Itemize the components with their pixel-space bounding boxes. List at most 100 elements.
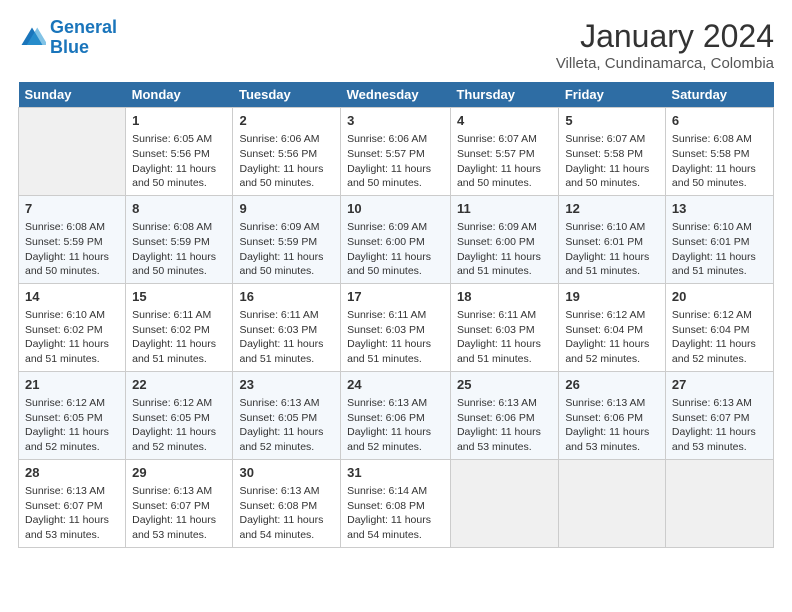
day-info: and 52 minutes. xyxy=(132,440,226,455)
calendar-cell: 6Sunrise: 6:08 AMSunset: 5:58 PMDaylight… xyxy=(665,108,773,196)
day-info: Sunrise: 6:12 AM xyxy=(672,308,767,323)
calendar-cell xyxy=(559,459,666,547)
calendar-cell: 12Sunrise: 6:10 AMSunset: 6:01 PMDayligh… xyxy=(559,195,666,283)
day-info: Sunrise: 6:12 AM xyxy=(565,308,659,323)
day-info: Sunrise: 6:13 AM xyxy=(347,396,444,411)
calendar-cell: 18Sunrise: 6:11 AMSunset: 6:03 PMDayligh… xyxy=(450,283,558,371)
day-number: 18 xyxy=(457,288,552,306)
day-number: 11 xyxy=(457,200,552,218)
day-info: and 50 minutes. xyxy=(347,264,444,279)
day-info: Sunset: 5:57 PM xyxy=(347,147,444,162)
day-info: Daylight: 11 hours xyxy=(239,162,334,177)
day-info: Daylight: 11 hours xyxy=(25,337,119,352)
day-info: Sunset: 5:58 PM xyxy=(565,147,659,162)
header: General Blue January 2024 Villeta, Cundi… xyxy=(18,18,774,72)
day-number: 20 xyxy=(672,288,767,306)
day-info: Sunrise: 6:11 AM xyxy=(347,308,444,323)
day-info: Daylight: 11 hours xyxy=(565,250,659,265)
day-info: and 50 minutes. xyxy=(672,176,767,191)
calendar-cell: 30Sunrise: 6:13 AMSunset: 6:08 PMDayligh… xyxy=(233,459,341,547)
day-info: Daylight: 11 hours xyxy=(239,337,334,352)
day-number: 1 xyxy=(132,112,226,130)
day-info: Sunset: 6:04 PM xyxy=(565,323,659,338)
day-number: 3 xyxy=(347,112,444,130)
day-info: Sunrise: 6:13 AM xyxy=(672,396,767,411)
week-row-1: 1 Sunrise: 6:05 AMSunset: 5:56 PM Daylight… xyxy=(19,108,774,196)
day-number: 8 xyxy=(132,200,226,218)
day-number: 28 xyxy=(25,464,119,482)
day-info: and 51 minutes. xyxy=(457,352,552,367)
day-info: and 53 minutes. xyxy=(565,440,659,455)
day-info: Daylight: 11 hours xyxy=(132,250,226,265)
day-info: Sunset: 6:08 PM xyxy=(347,499,444,514)
day-info: Sunset: 6:05 PM xyxy=(239,411,334,426)
day-info: Daylight: 11 hours xyxy=(565,425,659,440)
day-info: Sunrise: 6:13 AM xyxy=(25,484,119,499)
day-info: Sunrise: 6:09 AM xyxy=(457,220,552,235)
day-info: Daylight: 11 hours xyxy=(457,250,552,265)
subtitle: Villeta, Cundinamarca, Colombia xyxy=(556,55,774,72)
calendar-cell: 4Sunrise: 6:07 AMSunset: 5:57 PMDaylight… xyxy=(450,108,558,196)
day-number: 15 xyxy=(132,288,226,306)
calendar-cell: 24Sunrise: 6:13 AMSunset: 6:06 PMDayligh… xyxy=(341,371,451,459)
calendar-cell: 1Sunrise: 6:05 AMSunset: 5:56 PMDaylight… xyxy=(126,108,233,196)
day-info: and 52 minutes. xyxy=(347,440,444,455)
calendar-cell xyxy=(665,459,773,547)
calendar-cell: 31Sunrise: 6:14 AMSunset: 6:08 PMDayligh… xyxy=(341,459,451,547)
day-info: Daylight: 11 hours xyxy=(239,513,334,528)
day-info: and 53 minutes. xyxy=(457,440,552,455)
day-info: Sunrise: 6:05 AM xyxy=(132,132,226,147)
calendar-cell xyxy=(450,459,558,547)
day-info: Daylight: 11 hours xyxy=(565,337,659,352)
day-info: and 51 minutes. xyxy=(565,264,659,279)
day-info: and 50 minutes. xyxy=(347,176,444,191)
day-info: Sunrise: 6:13 AM xyxy=(457,396,552,411)
day-info: Sunset: 6:07 PM xyxy=(672,411,767,426)
day-info: Sunset: 5:59 PM xyxy=(132,235,226,250)
calendar-cell: 28Sunrise: 6:13 AMSunset: 6:07 PMDayligh… xyxy=(19,459,126,547)
day-info: and 51 minutes. xyxy=(672,264,767,279)
day-info: Sunrise: 6:10 AM xyxy=(672,220,767,235)
day-info: Sunrise: 6:06 AM xyxy=(347,132,444,147)
day-info: Sunrise: 6:14 AM xyxy=(347,484,444,499)
day-info: Sunset: 5:56 PM xyxy=(132,147,226,162)
day-info: Sunrise: 6:13 AM xyxy=(239,396,334,411)
weekday-header-saturday: Saturday xyxy=(665,82,773,108)
day-number: 27 xyxy=(672,376,767,394)
day-info: and 50 minutes. xyxy=(239,264,334,279)
day-number: 4 xyxy=(457,112,552,130)
day-info: Daylight: 11 hours xyxy=(239,250,334,265)
day-info: and 50 minutes. xyxy=(565,176,659,191)
day-info: and 53 minutes. xyxy=(25,528,119,543)
day-info: Daylight: 11 hours xyxy=(132,513,226,528)
weekday-header-thursday: Thursday xyxy=(450,82,558,108)
day-info: Daylight: 11 hours xyxy=(457,337,552,352)
day-number: 7 xyxy=(25,200,119,218)
weekday-header-monday: Monday xyxy=(126,82,233,108)
calendar-cell: 3Sunrise: 6:06 AMSunset: 5:57 PMDaylight… xyxy=(341,108,451,196)
day-info: Sunset: 5:59 PM xyxy=(25,235,119,250)
calendar-cell: 11 Sunrise: 6:09 AMSunset: 6:00 PMDayligh… xyxy=(450,195,558,283)
day-info: Daylight: 11 hours xyxy=(132,337,226,352)
day-info: Daylight: 11 hours xyxy=(565,162,659,177)
calendar-cell: 27Sunrise: 6:13 AMSunset: 6:07 PMDayligh… xyxy=(665,371,773,459)
day-info: Sunrise: 6:09 AM xyxy=(347,220,444,235)
calendar-cell: 19Sunrise: 6:12 AMSunset: 6:04 PMDayligh… xyxy=(559,283,666,371)
day-info: and 53 minutes. xyxy=(672,440,767,455)
day-info: Daylight: 11 hours xyxy=(672,250,767,265)
calendar-cell: 17Sunrise: 6:11 AMSunset: 6:03 PMDayligh… xyxy=(341,283,451,371)
day-info: Sunrise: 6:08 AM xyxy=(25,220,119,235)
calendar-cell: 7Sunrise: 6:08 AMSunset: 5:59 PMDaylight… xyxy=(19,195,126,283)
day-info: and 51 minutes. xyxy=(25,352,119,367)
day-number: 26 xyxy=(565,376,659,394)
day-info: Sunset: 6:07 PM xyxy=(25,499,119,514)
day-info: Daylight: 11 hours xyxy=(672,162,767,177)
calendar-cell: 20Sunrise: 6:12 AMSunset: 6:04 PMDayligh… xyxy=(665,283,773,371)
day-number: 24 xyxy=(347,376,444,394)
day-info: Sunset: 6:00 PM xyxy=(457,235,552,250)
calendar-cell: 15Sunrise: 6:11 AMSunset: 6:02 PMDayligh… xyxy=(126,283,233,371)
calendar-cell: 9Sunrise: 6:09 AMSunset: 5:59 PMDaylight… xyxy=(233,195,341,283)
weekday-header-row: SundayMondayTuesdayWednesdayThursdayFrid… xyxy=(19,82,774,108)
day-number: 25 xyxy=(457,376,552,394)
day-info: and 51 minutes. xyxy=(457,264,552,279)
